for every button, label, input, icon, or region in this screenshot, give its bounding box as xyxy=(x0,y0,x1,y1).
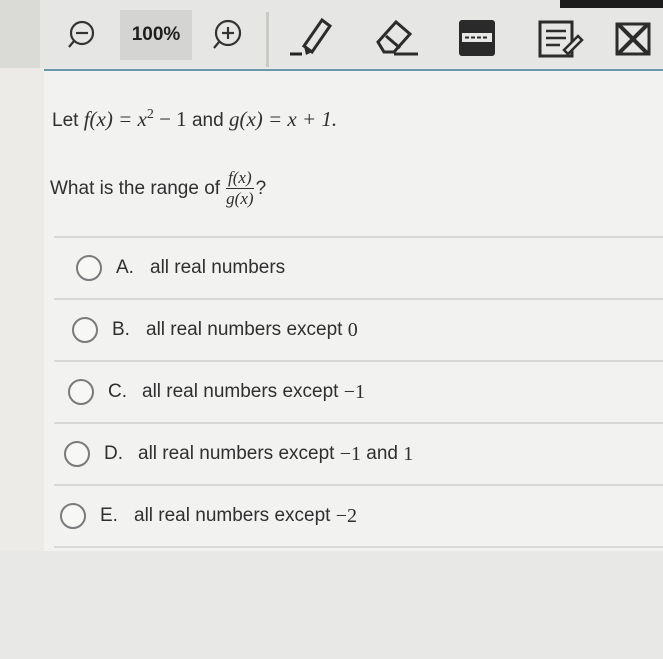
choice-text: all real numbers except xyxy=(146,319,343,340)
radio-button[interactable] xyxy=(72,317,98,343)
radio-button[interactable] xyxy=(60,503,86,529)
f-exponent: 2 xyxy=(146,107,154,122)
choice-b[interactable]: B. all real numbers except 0 xyxy=(54,300,663,362)
line-reader-icon[interactable] xyxy=(456,18,498,58)
choice-letter: B. xyxy=(112,319,130,340)
choice-d[interactable]: D. all real numbers except −1 and 1 xyxy=(54,424,663,486)
choice-math: 0 xyxy=(347,318,358,341)
toolbar: 100% xyxy=(0,0,663,68)
radio-button[interactable] xyxy=(76,255,102,281)
question-panel: Let f(x) = x2 − 1 and g(x) = x + 1. What… xyxy=(44,71,663,551)
zoom-level: 100% xyxy=(120,10,192,60)
answer-eliminator-icon[interactable] xyxy=(612,18,656,60)
g-definition: g(x) = x + 1. xyxy=(228,107,338,131)
choice-text: all real numbers except xyxy=(134,505,331,526)
choice-letter: C. xyxy=(108,381,127,402)
prompt-suffix: ? xyxy=(255,177,267,199)
choice-c[interactable]: C. all real numbers except −1 xyxy=(54,362,663,424)
f-tail: − 1 xyxy=(153,107,187,131)
eraser-icon[interactable] xyxy=(372,14,422,58)
choice-math: −2 xyxy=(335,504,357,527)
highlighter-icon[interactable] xyxy=(288,14,334,58)
intro-prefix: Let xyxy=(52,110,79,131)
choice-letter: E. xyxy=(100,505,118,526)
choice-letter: A. xyxy=(116,257,134,278)
zoom-in-icon[interactable] xyxy=(206,16,248,52)
empty-area xyxy=(0,551,663,659)
choice-math-2: 1 xyxy=(403,442,414,465)
fraction-numerator: f(x) xyxy=(226,168,254,189)
choice-math: −1 xyxy=(339,442,361,465)
f-definition: f(x) = x2 − 1 xyxy=(84,107,187,131)
choice-text: all real numbers except xyxy=(142,381,339,402)
bezel-strip xyxy=(560,0,663,8)
intro-mid: and xyxy=(191,110,224,131)
fraction: f(x) g(x) xyxy=(226,169,254,208)
radio-button[interactable] xyxy=(64,441,90,467)
toolbar-divider xyxy=(266,12,269,67)
choice-text: all real numbers xyxy=(150,257,286,278)
choice-math: −1 xyxy=(343,380,365,403)
zoom-out-icon[interactable] xyxy=(62,16,102,52)
prompt-prefix: What is the range of xyxy=(50,177,221,199)
choice-letter: D. xyxy=(104,443,123,464)
notepad-icon[interactable] xyxy=(536,16,584,60)
choice-text: all real numbers except xyxy=(138,443,335,464)
answer-choices: A. all real numbers B. all real numbers … xyxy=(54,236,663,548)
window-edge xyxy=(0,0,40,68)
choice-e[interactable]: E. all real numbers except −2 xyxy=(54,486,663,548)
radio-button[interactable] xyxy=(68,379,94,405)
fraction-denominator: g(x) xyxy=(226,189,254,208)
question-prompt: What is the range of f(x) g(x) ? xyxy=(50,169,266,208)
f-def: f(x) = x xyxy=(83,107,147,131)
question-intro: Let f(x) = x2 − 1 and g(x) = x + 1. xyxy=(52,107,337,132)
choice-a[interactable]: A. all real numbers xyxy=(54,238,663,300)
choice-text-2: and xyxy=(366,443,398,464)
